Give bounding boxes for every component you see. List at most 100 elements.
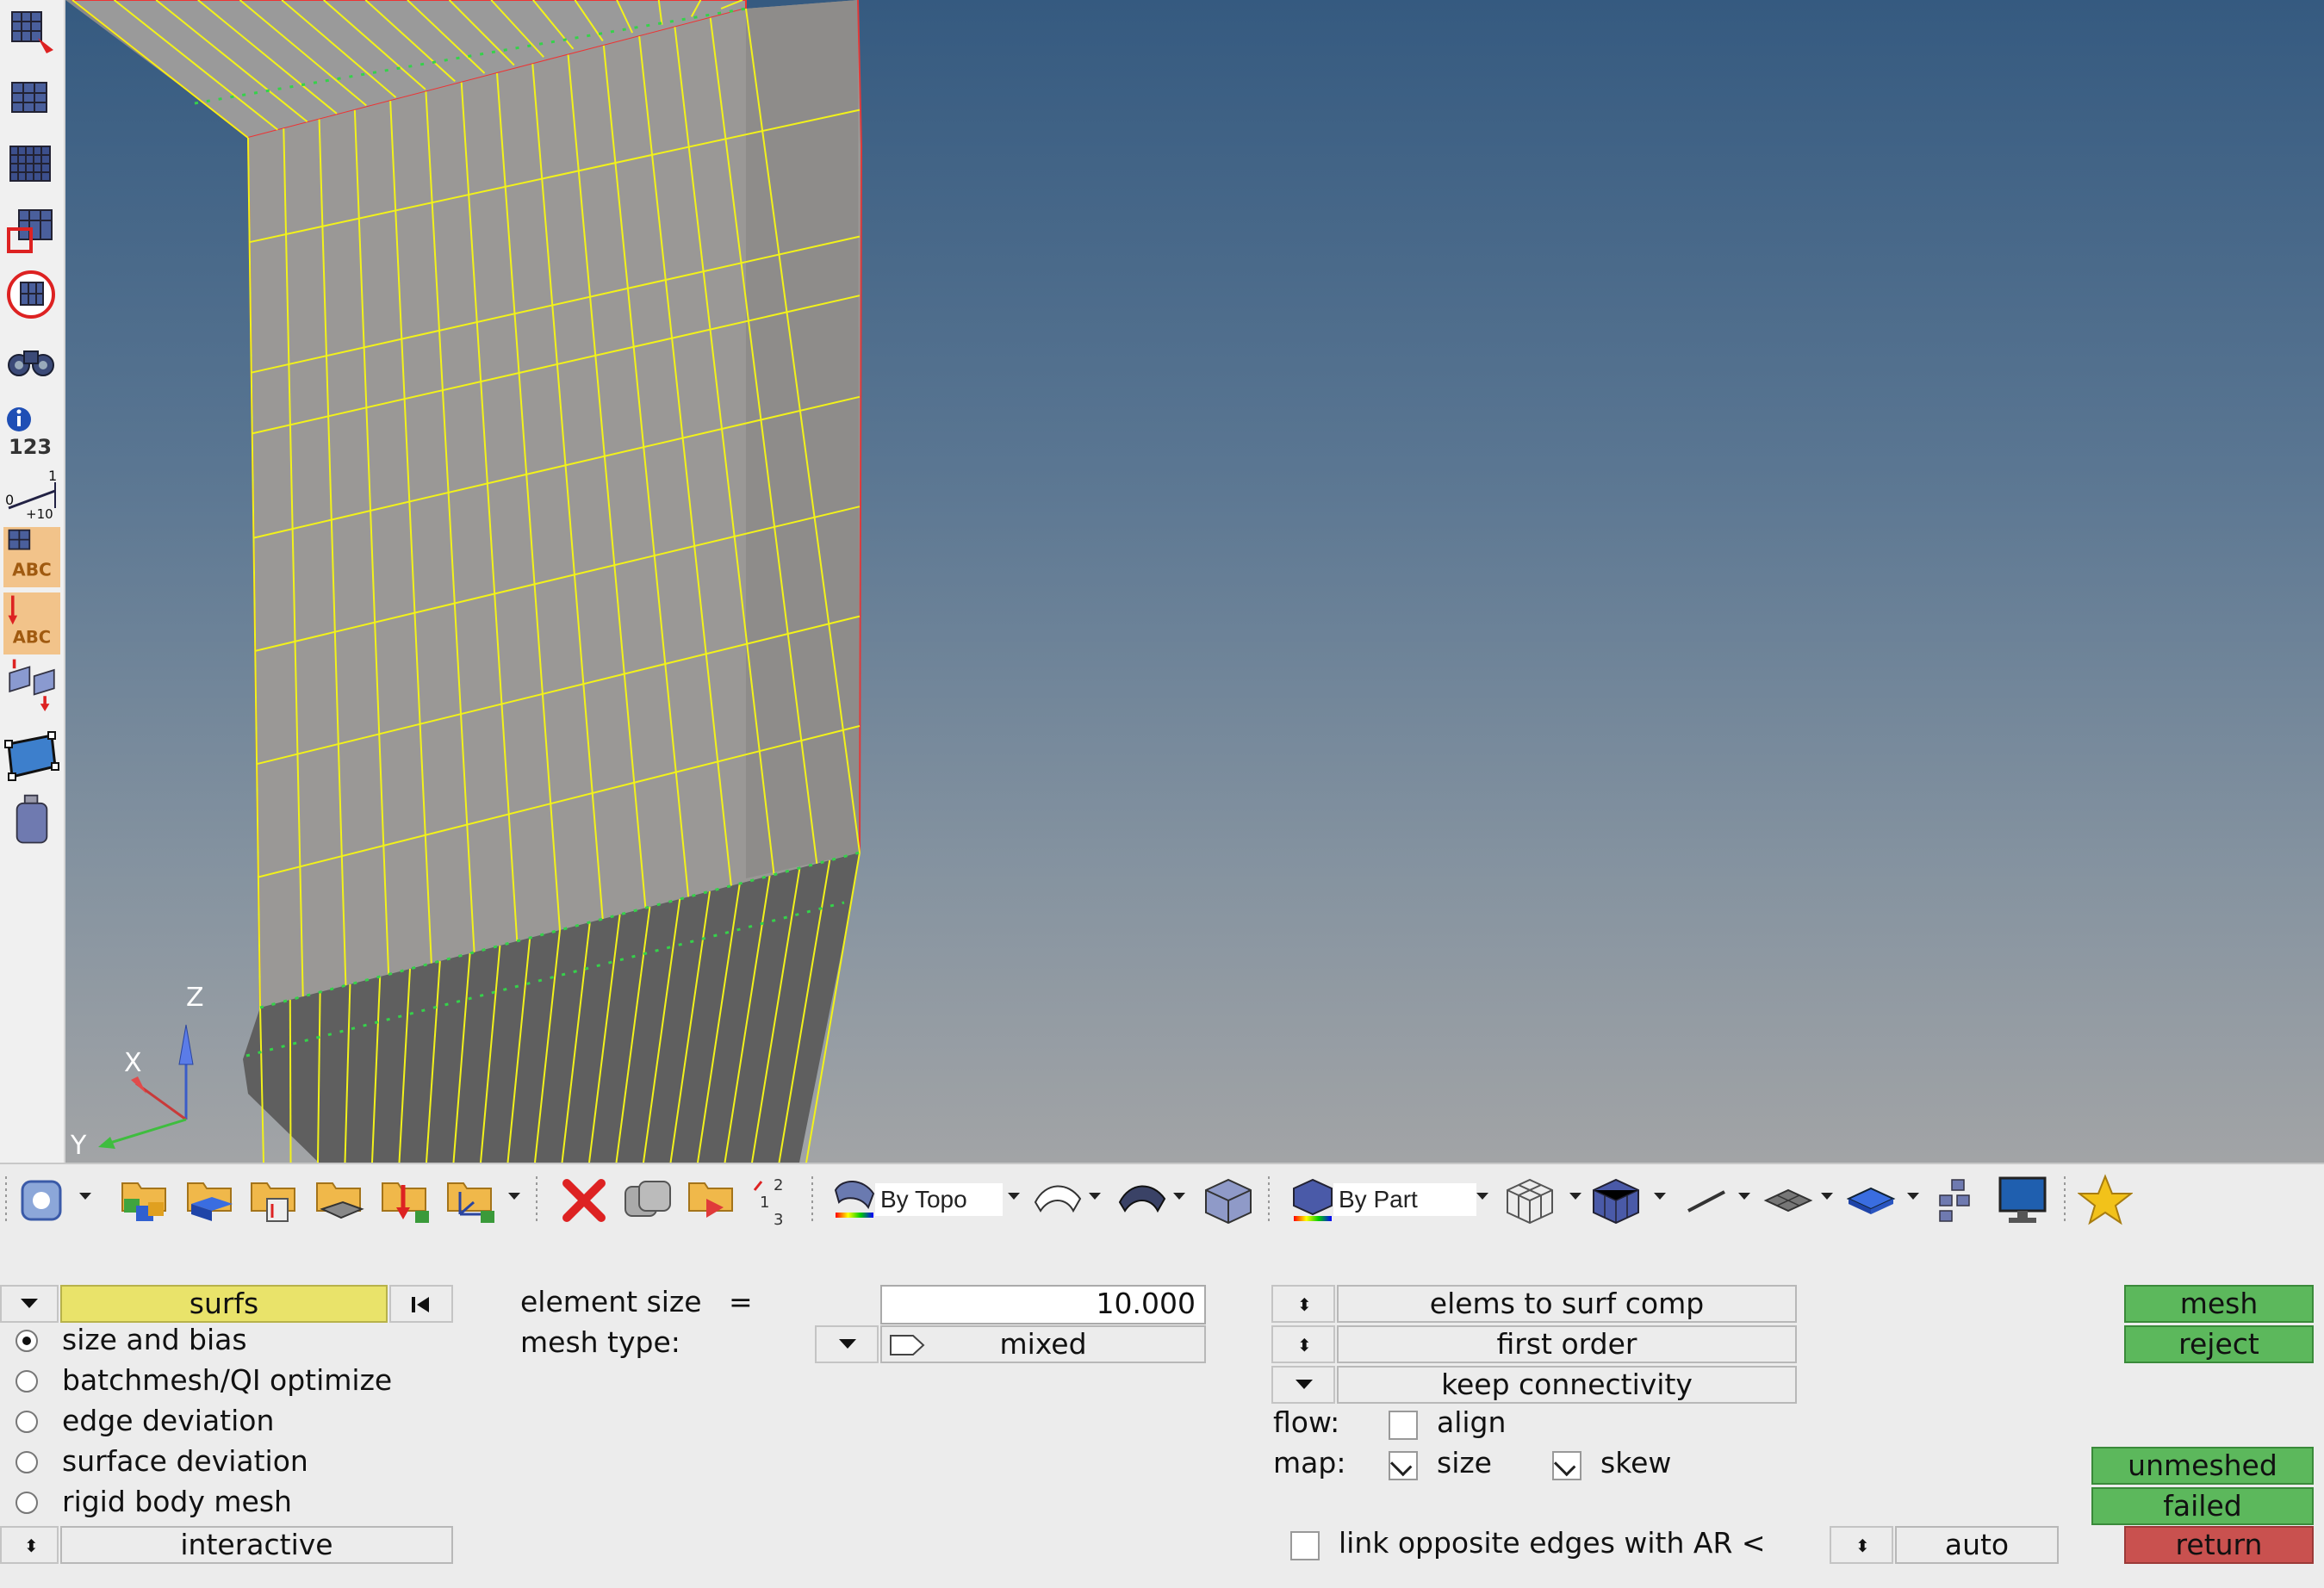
model-tree-icon[interactable]: [1931, 1173, 1986, 1226]
up-down-icon: ⬍: [24, 1535, 39, 1556]
link-opposite-edges-checkbox[interactable]: [1290, 1531, 1320, 1560]
keep-connectivity-button[interactable]: keep connectivity: [1337, 1366, 1797, 1404]
mesh-type-button[interactable]: mixed: [880, 1325, 1206, 1363]
mode-label-batchmesh: batchmesh/QI optimize: [62, 1363, 393, 1397]
mesh-type-value: mixed: [999, 1327, 1087, 1361]
align-label: align: [1437, 1405, 1507, 1439]
reset-icon: [412, 1297, 429, 1312]
abc-text-2: ABC: [13, 628, 51, 648]
delete-icon[interactable]: [556, 1173, 612, 1226]
folder-props-icon[interactable]: [312, 1173, 367, 1226]
reject-button[interactable]: reject: [2124, 1325, 2314, 1363]
entity-type-dropdown[interactable]: [0, 1285, 59, 1323]
mesh-wireframe-icon[interactable]: [1502, 1173, 1557, 1226]
mode-radio-batchmesh[interactable]: [16, 1370, 38, 1393]
display-monitor-icon[interactable]: [1995, 1173, 2050, 1226]
folder-system-icon[interactable]: [443, 1173, 498, 1226]
rotate-view-icon[interactable]: [16, 1173, 71, 1226]
elems-to-surf-comp-button[interactable]: elems to surf comp: [1337, 1285, 1797, 1323]
up-down-icon: ⬍: [1297, 1335, 1312, 1355]
chevron-down-icon: [1296, 1380, 1313, 1389]
graphics-viewport[interactable]: Z X Y: [65, 0, 2324, 1163]
folder-move-icon[interactable]: [684, 1173, 739, 1226]
svg-text:3: 3: [774, 1211, 783, 1226]
axis-x-label: X: [124, 1048, 142, 1078]
mode-radio-rigid-body-mesh[interactable]: [16, 1492, 38, 1514]
axis-triad: Z X Y: [70, 983, 204, 1161]
keep-connectivity-dropdown[interactable]: [1271, 1366, 1335, 1404]
first-order-toggle[interactable]: ⬍: [1271, 1325, 1335, 1363]
topo-combo[interactable]: By Topo: [875, 1183, 1003, 1216]
transfer-icon[interactable]: [3, 656, 60, 718]
geometry-transparent-icon[interactable]: [1030, 1173, 1085, 1226]
part-combo[interactable]: By Part: [1333, 1183, 1476, 1216]
element-size-label: element size: [520, 1285, 702, 1318]
meshed-model: Z X Y: [65, 0, 863, 1163]
mixed-element-icon: [890, 1335, 925, 1355]
skew-checkbox[interactable]: [1552, 1451, 1581, 1480]
mesh-type-dropdown[interactable]: [815, 1325, 879, 1363]
mesh-button[interactable]: mesh: [2124, 1285, 2314, 1323]
mode-label-surface-deviation: surface deviation: [62, 1444, 308, 1478]
scale-zero-text: 0: [5, 492, 14, 508]
mode-radio-size-and-bias[interactable]: [16, 1330, 38, 1352]
mesh-shaded-icon[interactable]: [1588, 1173, 1644, 1226]
unmeshed-button[interactable]: unmeshed: [2091, 1447, 2314, 1485]
3d-elements-icon[interactable]: [1843, 1173, 1898, 1226]
mesh-select-icon[interactable]: [3, 203, 60, 258]
geometry-shaded-icon[interactable]: [1115, 1173, 1170, 1226]
interactive-toggle[interactable]: ⬍: [0, 1526, 59, 1564]
mesh-line: [289, 999, 292, 1163]
1d-elements-icon[interactable]: [1680, 1173, 1735, 1226]
chevron-down-icon: [21, 1299, 38, 1308]
folder-blue-icon[interactable]: [183, 1173, 238, 1226]
label-abc-icon[interactable]: ABC: [3, 527, 60, 587]
up-down-icon: ⬍: [1855, 1535, 1870, 1556]
auto-button[interactable]: auto: [1895, 1526, 2059, 1564]
left-toolbar: 123 0 1 +10 ABC ABC: [0, 0, 65, 1163]
renumber-icon[interactable]: 213: [748, 1173, 803, 1226]
folders-components-icon[interactable]: [117, 1173, 172, 1226]
color-by-topo-icon[interactable]: [830, 1173, 879, 1226]
auto-toggle[interactable]: ⬍: [1830, 1526, 1893, 1564]
first-order-button[interactable]: first order: [1337, 1325, 1797, 1363]
mode-radio-edge-deviation[interactable]: [16, 1411, 38, 1433]
mode-radio-surface-deviation[interactable]: [16, 1451, 38, 1473]
folder-loadcol-icon[interactable]: [246, 1173, 301, 1226]
favorites-star-icon[interactable]: [2078, 1173, 2133, 1226]
mode-label-rigid-body-mesh: rigid body mesh: [62, 1485, 292, 1518]
skew-label: skew: [1600, 1446, 1672, 1479]
binoculars-icon[interactable]: [3, 332, 60, 388]
2d-elements-icon[interactable]: [1761, 1173, 1816, 1226]
mesh-reject-icon[interactable]: [3, 3, 60, 59]
mesh-type-label: mesh type:: [520, 1325, 680, 1359]
elems-to-surf-comp-toggle[interactable]: ⬍: [1271, 1285, 1335, 1323]
color-by-part-icon[interactable]: [1289, 1173, 1337, 1226]
mesh-grid-icon[interactable]: [3, 71, 60, 126]
organize-icon[interactable]: [620, 1173, 675, 1226]
align-checkbox[interactable]: [1389, 1411, 1418, 1440]
reset-selection-button[interactable]: [389, 1285, 453, 1323]
surfs-selector[interactable]: surfs: [60, 1285, 388, 1323]
abc-text-1: ABC: [12, 560, 52, 580]
element-size-input[interactable]: 10.000: [880, 1285, 1206, 1324]
folder-loadstep-icon[interactable]: [377, 1173, 432, 1226]
main-toolbar: 213 By Topo By Part: [0, 1163, 2324, 1238]
label-abc-load-icon[interactable]: ABC: [3, 592, 60, 654]
surface-icon[interactable]: [3, 729, 60, 784]
return-button[interactable]: return: [2124, 1526, 2314, 1564]
size-checkbox[interactable]: [1389, 1451, 1418, 1480]
failed-button[interactable]: failed: [2091, 1487, 2314, 1525]
solid-shaded-icon[interactable]: [1201, 1173, 1256, 1226]
scale-one-text: 1: [48, 468, 57, 484]
mode-label-edge-deviation: edge deviation: [62, 1404, 275, 1437]
info-icon[interactable]: [3, 393, 60, 436]
mesh-circle-icon[interactable]: [3, 267, 60, 322]
mode-label-size-and-bias: size and bias: [62, 1323, 247, 1356]
mesh-dense-icon[interactable]: [3, 136, 60, 191]
interactive-button[interactable]: interactive: [60, 1526, 453, 1564]
numbers-icon[interactable]: 123: [3, 431, 60, 465]
axis-y-label: Y: [70, 1131, 87, 1161]
mass-icon[interactable]: [3, 792, 60, 853]
scale-icon[interactable]: 0 1 +10: [3, 465, 60, 520]
